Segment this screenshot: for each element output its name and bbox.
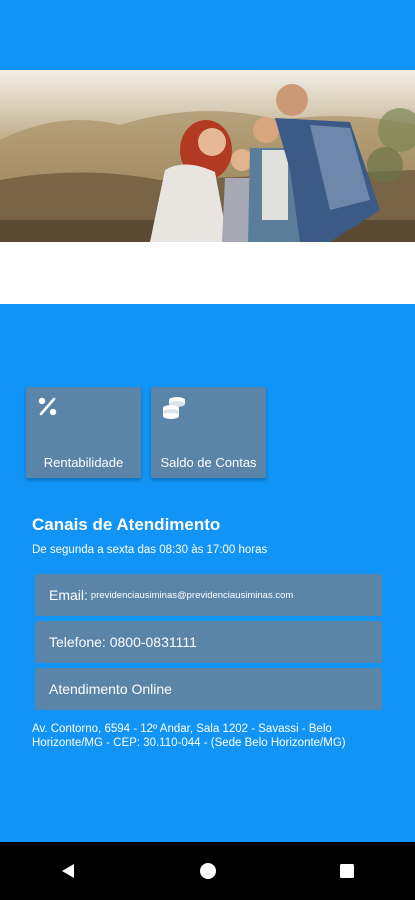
canais-de-atendimento-title: Canais de Atendimento [32,515,221,534]
phone-contact-button[interactable]: Telefone: 0800-0831111 [35,621,382,663]
hero-image [0,70,415,242]
percent-icon [38,397,57,416]
saldo-de-contas-button[interactable]: Saldo de Contas [151,387,266,478]
family-photo [0,84,415,242]
recents-icon[interactable] [338,862,356,880]
phone-text: Telefone: 0800-0831111 [49,634,197,650]
app-screen: Rentabilidade Saldo de Contas Canais de … [0,0,415,900]
hours-text: De segunda a sexta das 08:30 às 17:00 ho… [32,544,268,556]
back-icon[interactable] [59,862,77,880]
home-icon[interactable] [199,862,217,880]
rentabilidade-label: Rentabilidade [43,455,124,470]
email-label: Email: [49,587,88,603]
email-contact-button[interactable]: Email: previdenciausiminas@previdenciaus… [35,574,382,616]
address-text: Av. Contorno, 6594 - 12º Andar, Sala 120… [32,723,346,749]
white-banner [0,242,415,304]
saldo-de-contas-label: Saldo de Contas [160,455,257,470]
online-support-label: Atendimento Online [49,681,172,697]
rentabilidade-button[interactable]: Rentabilidade [26,387,141,478]
coins-icon [163,397,185,419]
email-value: previdenciausiminas@previdenciausiminas.… [90,589,294,601]
online-support-button[interactable]: Atendimento Online [35,668,382,710]
android-nav-bar [0,842,415,900]
